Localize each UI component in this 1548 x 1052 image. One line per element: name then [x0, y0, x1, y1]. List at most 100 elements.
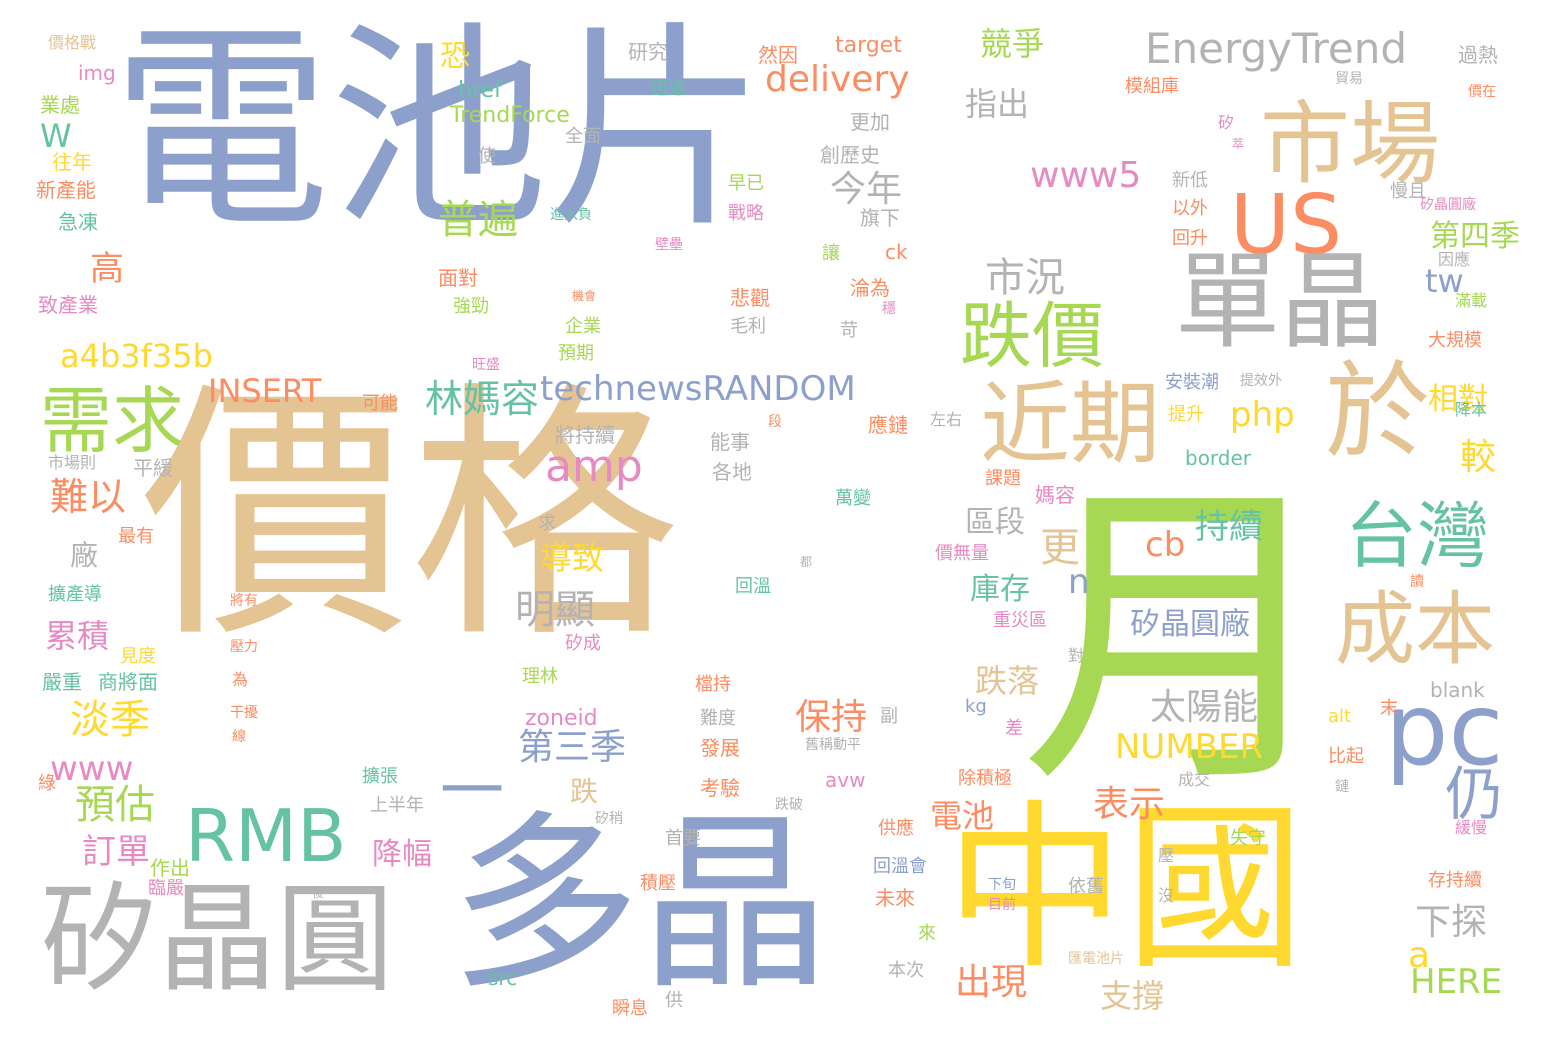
cloud-word: 今年 [830, 169, 903, 210]
cloud-word: 更加 [850, 110, 890, 134]
cloud-word: delivery [765, 59, 910, 100]
cloud-word: 提升 [1168, 404, 1204, 425]
cloud-word: 電池 [930, 797, 995, 835]
cloud-word: 跌落 [975, 662, 1040, 700]
cloud-word: avw [825, 768, 866, 792]
cloud-word: 於 [1325, 351, 1431, 473]
cloud-word: 沒 [1158, 886, 1175, 905]
cloud-word: 跌 [570, 775, 599, 808]
cloud-word: technewsRANDOM [540, 369, 856, 409]
cloud-word: 庫存 [970, 572, 1030, 607]
word-cloud: 電池片 價格月多晶 中國 矽晶圓 市場 單晶於近期 US 跌價 pc 成本 台灣 RMB 需求一 Ener… [0, 0, 1548, 1052]
cloud-word: 最有 [118, 526, 154, 547]
cloud-word: 臨嚴 [148, 878, 184, 899]
cloud-word: 存持續 [1428, 870, 1482, 891]
cloud-word: US [1230, 178, 1343, 273]
cloud-word: 商將面 [98, 670, 158, 694]
cloud-word: 迅速 [650, 78, 686, 99]
cloud-word: 緩慢 [1455, 818, 1488, 837]
cloud-word: 早已 [728, 173, 764, 194]
cloud-word: 因應 [1438, 250, 1471, 269]
cloud-word: 下旬 [988, 877, 1016, 893]
cloud-word: 段 [768, 414, 782, 430]
cloud-word: 預估 [75, 782, 155, 828]
cloud-word: 積壓 [640, 873, 676, 894]
cloud-word: 淡季 [70, 697, 150, 743]
cloud-word: 難以 [50, 475, 127, 519]
cloud-word: 持續 [1195, 507, 1263, 547]
cloud-word: 旺盛 [472, 357, 500, 373]
cloud-word: 安裝潮 [1165, 372, 1219, 393]
cloud-word: 訂單 [82, 832, 150, 872]
cloud-word: 來 [918, 923, 936, 944]
cloud-word: 指出 [965, 85, 1030, 123]
cloud-word: 第三季 [518, 727, 627, 768]
cloud-word: 價在 [1468, 84, 1496, 100]
cloud-word: 發展 [700, 736, 740, 760]
cloud-word: 擴產導 [48, 584, 102, 605]
cloud-word: php [1230, 395, 1295, 435]
cloud-word: 太陽能 [1150, 687, 1259, 728]
cloud-word: 舊稱動平 [805, 737, 861, 753]
cloud-word: 鏈 [1335, 779, 1349, 795]
cloud-word: 以外 [1172, 198, 1208, 219]
cloud-word: 矽晶圓 [40, 870, 395, 1008]
cloud-word: 壓 [1158, 846, 1175, 865]
cloud-word: 各地 [712, 460, 752, 484]
cloud-word: 面對 [438, 266, 478, 290]
cloud-word: 本次 [888, 960, 924, 981]
cloud-word: 供 [665, 990, 683, 1011]
cloud-word: 匯電池片 [1068, 951, 1124, 967]
cloud-word: 綠 [38, 773, 56, 794]
cloud-word: 穩 [882, 301, 896, 317]
cloud-word: 對 [1068, 646, 1085, 665]
cloud-word: 新低 [1172, 170, 1208, 191]
cloud-word: 急凍 [58, 210, 98, 234]
cloud-word: 線 [232, 729, 246, 745]
cloud-word: 往年 [52, 150, 92, 174]
cloud-word: 全面 [565, 126, 601, 147]
cloud-word: cb [1145, 525, 1186, 565]
cloud-word: 讓 [822, 243, 840, 264]
cloud-word: EnergyTrend [1145, 24, 1407, 73]
cloud-word: 研究 [628, 40, 668, 64]
cloud-word: 表示 [1093, 784, 1166, 825]
cloud-word: 過熱 [1458, 43, 1498, 67]
cloud-word: 矽成 [565, 633, 601, 654]
cloud-word: a4b3f35b [60, 337, 213, 375]
cloud-word: 台灣 [1345, 494, 1490, 578]
cloud-word: 應鏈 [868, 413, 908, 437]
cloud-word: 將有 [230, 593, 258, 609]
cloud-word: 作出 [150, 856, 190, 880]
cloud-word: 滿載 [1455, 291, 1488, 310]
cloud-word: 明顯 [515, 587, 595, 633]
cloud-word: 毛利 [730, 316, 766, 337]
cloud-word: 回升 [1172, 228, 1208, 249]
cloud-word: 左右 [930, 410, 963, 429]
cloud-word: 競爭 [980, 25, 1045, 63]
cloud-word: 模組庫 [1125, 76, 1179, 97]
cloud-word: 出現 [955, 962, 1028, 1003]
cloud-word: 成本 [1335, 583, 1495, 676]
cloud-word: 目前 [988, 897, 1016, 913]
cloud-word: 支撐 [1100, 977, 1165, 1015]
cloud-word: 瞬息 [612, 998, 648, 1019]
cloud-word: 更 [1040, 525, 1080, 571]
cloud-word: 壓力 [230, 639, 258, 655]
cloud-word: www [50, 749, 134, 789]
cloud-word: 嚴重 [42, 670, 82, 694]
cloud-word: 然因 [758, 43, 798, 67]
cloud-word: INSERT [208, 372, 322, 410]
cloud-word: 保持 [795, 697, 868, 738]
cloud-word: 企業 [565, 316, 601, 337]
cloud-word: 考驗 [700, 776, 740, 800]
cloud-word: 市場 [1260, 92, 1440, 197]
cloud-word: 課題 [985, 468, 1021, 489]
cloud-word: img [78, 61, 116, 85]
cloud-word: NUMBER [1115, 727, 1264, 767]
cloud-word: 進入負 [550, 207, 592, 223]
cloud-word: 林媽容 [425, 377, 540, 421]
cloud-word: 可能 [362, 393, 398, 414]
cloud-word: www5 [1030, 155, 1142, 196]
cloud-word: alt [1328, 706, 1352, 727]
